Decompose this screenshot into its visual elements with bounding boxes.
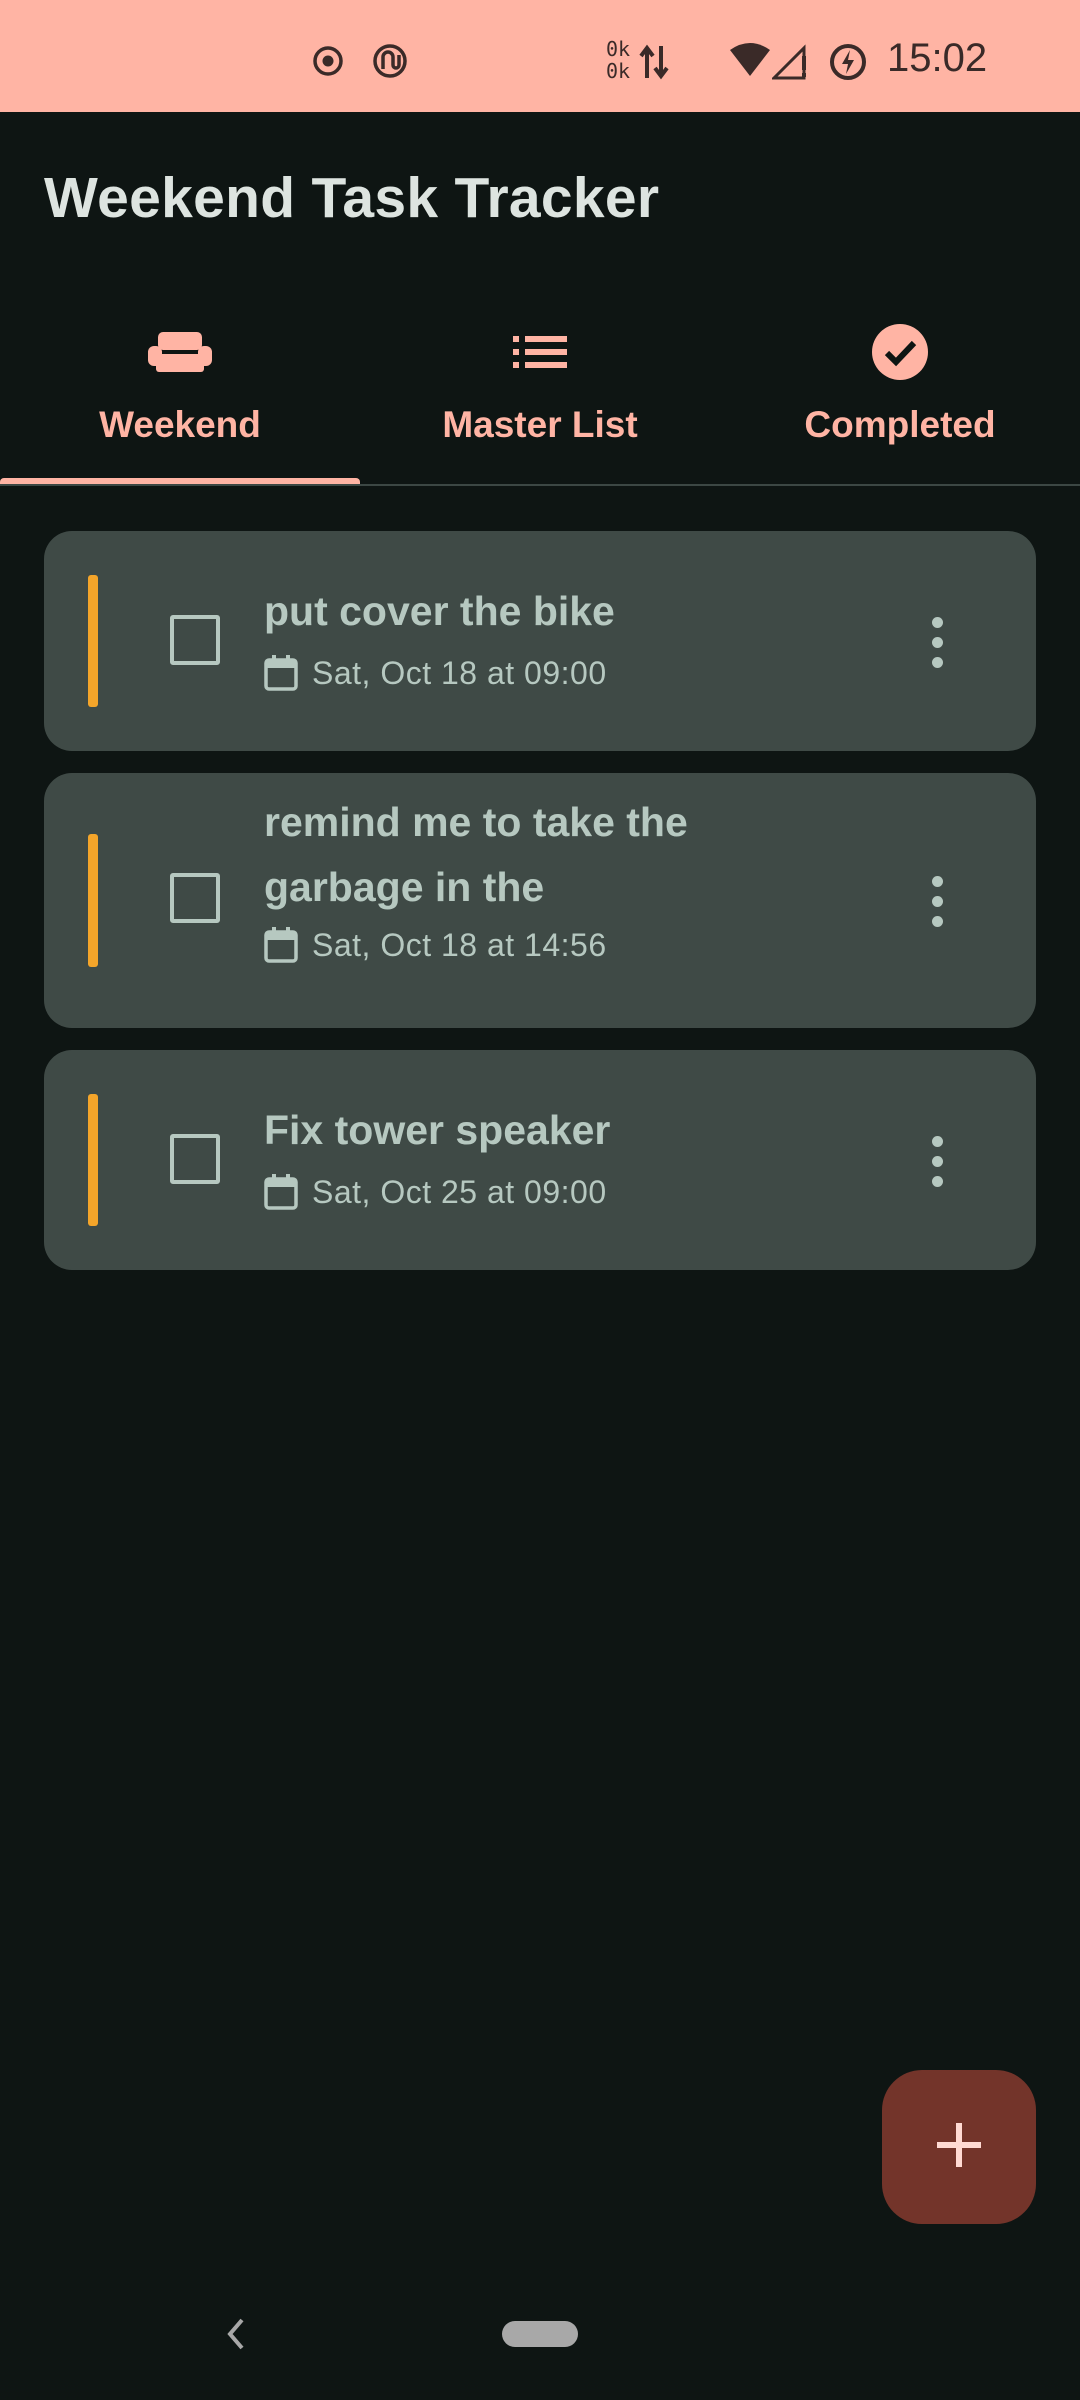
data-transfer-icon xyxy=(638,42,670,87)
task-date: Sat, Oct 18 at 14:56 xyxy=(264,925,607,965)
status-bar: 0k 0k 15:02 xyxy=(0,0,1080,112)
task-card[interactable]: remind me to take the garbage in the Sat… xyxy=(44,773,1036,1028)
task-date-text: Sat, Oct 18 at 14:56 xyxy=(312,926,607,963)
task-date-text: Sat, Oct 18 at 09:00 xyxy=(312,654,607,691)
app-title: Weekend Task Tracker xyxy=(44,166,660,230)
tab-master-list[interactable]: Master List xyxy=(360,300,720,486)
priority-bar xyxy=(88,1094,98,1226)
tab-label: Master List xyxy=(442,404,638,445)
task-checkbox[interactable] xyxy=(170,873,220,923)
task-checkbox[interactable] xyxy=(170,1134,220,1184)
wifi-icon xyxy=(728,42,772,83)
tab-completed[interactable]: Completed xyxy=(720,300,1080,486)
task-card[interactable]: Fix tower speaker Sat, Oct 25 at 09:00 xyxy=(44,1050,1036,1270)
check-circle-icon xyxy=(871,323,929,386)
task-title: put cover the bike xyxy=(264,588,615,634)
app-notification-icon xyxy=(372,43,408,84)
network-speed: 0k 0k xyxy=(606,38,630,82)
task-title: Fix tower speaker xyxy=(264,1107,611,1153)
record-icon xyxy=(312,45,344,82)
task-date: Sat, Oct 25 at 09:00 xyxy=(264,1172,607,1212)
add-task-button[interactable] xyxy=(882,2070,1036,2224)
task-date-text: Sat, Oct 25 at 09:00 xyxy=(312,1173,607,1210)
task-date: Sat, Oct 18 at 09:00 xyxy=(264,653,607,693)
list-icon xyxy=(513,334,567,375)
home-pill-icon[interactable] xyxy=(502,2321,578,2347)
clock: 15:02 xyxy=(887,36,988,80)
more-options-icon[interactable] xyxy=(930,1136,944,1187)
more-options-icon[interactable] xyxy=(930,617,944,668)
couch-icon xyxy=(148,331,212,377)
task-card[interactable]: put cover the bike Sat, Oct 18 at 09:00 xyxy=(44,531,1036,751)
calendar-icon xyxy=(264,927,298,963)
tab-label: Weekend xyxy=(99,404,261,445)
cell-signal-icon xyxy=(770,44,812,85)
more-options-icon[interactable] xyxy=(930,876,944,927)
tab-bar: Weekend Master List Completed xyxy=(0,300,1080,486)
tab-label: Completed xyxy=(804,404,996,445)
net-up-text: 0k xyxy=(606,37,631,61)
calendar-icon xyxy=(264,655,298,691)
task-title-line: remind me to take the xyxy=(264,799,688,845)
calendar-icon xyxy=(264,1174,298,1210)
net-down-text: 0k xyxy=(606,59,631,83)
task-checkbox[interactable] xyxy=(170,615,220,665)
battery-saver-icon xyxy=(828,42,868,87)
task-title-line: garbage in the xyxy=(264,864,545,910)
tab-weekend[interactable]: Weekend xyxy=(0,300,360,486)
priority-bar xyxy=(88,834,98,967)
task-title: remind me to take the garbage in the xyxy=(264,790,784,920)
plus-icon xyxy=(937,2122,981,2172)
tab-divider xyxy=(0,484,1080,486)
priority-bar xyxy=(88,575,98,707)
back-chevron-icon[interactable] xyxy=(222,2316,248,2357)
